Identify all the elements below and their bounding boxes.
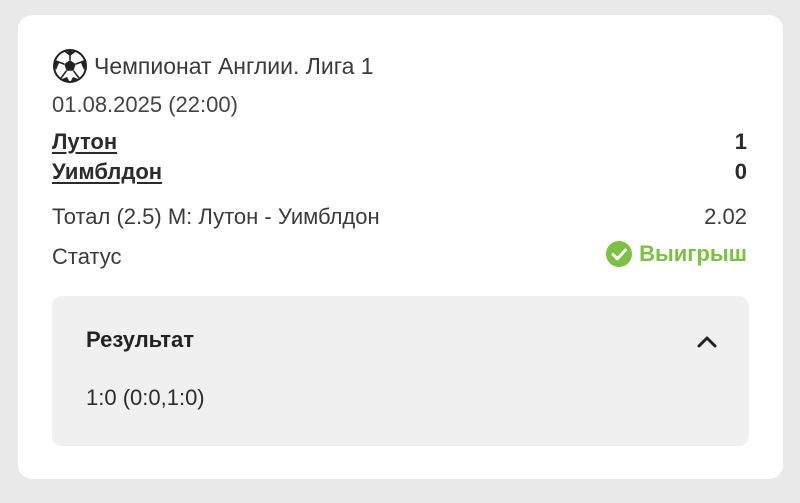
score-home: 1 xyxy=(734,129,747,154)
result-title[interactable]: Результат xyxy=(86,327,194,353)
soccer-ball-icon xyxy=(52,48,88,84)
team-away-link[interactable]: Уимблдон xyxy=(52,159,162,185)
score-away: 0 xyxy=(734,159,747,184)
status-value-text: Выигрыш xyxy=(639,241,747,266)
status-badge: Выигрыш xyxy=(605,240,747,268)
result-value: 1:0 (0:0,1:0) xyxy=(86,385,205,410)
bet-odds: 2.02 xyxy=(704,204,747,229)
league-name: Чемпионат Англии. Лига 1 xyxy=(94,52,374,79)
bet-card: Чемпионат Англии. Лига 1 01.08.2025 (22:… xyxy=(18,15,783,479)
league-header: Чемпионат Англии. Лига 1 xyxy=(52,49,374,83)
team-home-link[interactable]: Лутон xyxy=(52,129,117,155)
chevron-up-icon[interactable] xyxy=(693,328,721,356)
result-accordion: Результат 1:0 (0:0,1:0) xyxy=(52,296,749,446)
event-datetime: 01.08.2025 (22:00) xyxy=(52,92,238,117)
check-circle-icon xyxy=(605,240,633,268)
bet-description: Тотал (2.5) М: Лутон - Уимблдон xyxy=(52,204,380,229)
status-label: Статус xyxy=(52,244,122,269)
